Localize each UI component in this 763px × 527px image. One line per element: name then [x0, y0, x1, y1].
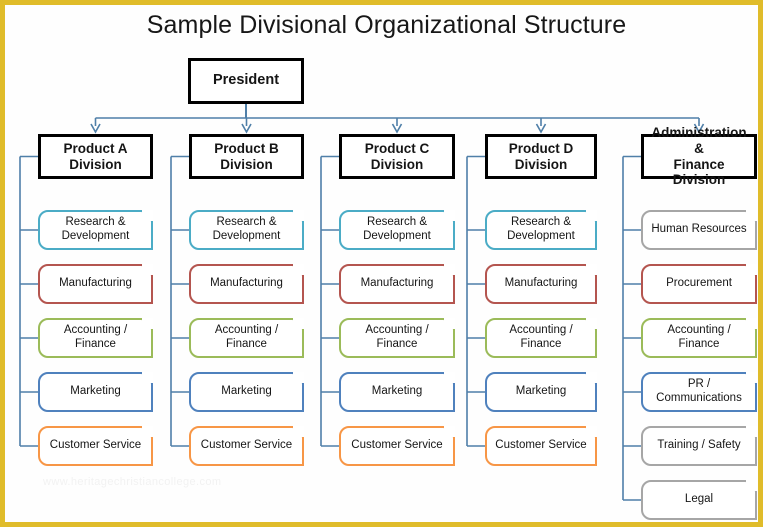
sub-node[interactable]: Training / Safety	[641, 426, 757, 466]
sub-node-label: Human Resources	[651, 223, 747, 236]
corner-fold-icon	[745, 264, 757, 276]
org-chart-canvas: Sample Divisional Organizational Structu…	[0, 0, 763, 527]
corner-fold-icon	[443, 426, 455, 438]
sub-node[interactable]: Accounting / Finance	[485, 318, 597, 358]
sub-node-label: Marketing	[70, 385, 121, 398]
corner-fold-icon	[141, 264, 153, 276]
sub-node[interactable]: Procurement	[641, 264, 757, 304]
corner-fold-icon	[745, 210, 757, 222]
corner-fold-icon	[141, 426, 153, 438]
corner-fold-icon	[443, 210, 455, 222]
sub-node-label: Accounting / Finance	[365, 324, 429, 350]
corner-fold-icon	[745, 372, 757, 384]
sub-node[interactable]: Marketing	[339, 372, 455, 412]
sub-node[interactable]: Research & Development	[38, 210, 153, 250]
sub-node-label: Manufacturing	[360, 277, 434, 290]
corner-fold-icon	[443, 372, 455, 384]
sub-node[interactable]: Marketing	[38, 372, 153, 412]
sub-node[interactable]: Marketing	[189, 372, 304, 412]
corner-fold-icon	[745, 426, 757, 438]
division-box-1[interactable]: Product A Division	[38, 134, 153, 179]
sub-node[interactable]: Manufacturing	[485, 264, 597, 304]
sub-node[interactable]: Research & Development	[485, 210, 597, 250]
sub-node-label: Accounting / Finance	[509, 324, 573, 350]
sub-node[interactable]: Accounting / Finance	[339, 318, 455, 358]
sub-node[interactable]: Research & Development	[189, 210, 304, 250]
sub-node-label: Procurement	[666, 277, 732, 290]
corner-fold-icon	[585, 426, 597, 438]
sub-node-label: Research & Development	[507, 216, 575, 242]
watermark: www.heritagechristiancollege.com	[43, 476, 222, 488]
sub-node[interactable]: Research & Development	[339, 210, 455, 250]
sub-node-label: Marketing	[515, 385, 567, 398]
corner-fold-icon	[141, 372, 153, 384]
corner-fold-icon	[443, 318, 455, 330]
corner-fold-icon	[443, 264, 455, 276]
sub-node-label: Research & Development	[61, 216, 130, 242]
sub-node[interactable]: Manufacturing	[38, 264, 153, 304]
corner-fold-icon	[292, 426, 304, 438]
corner-fold-icon	[292, 264, 304, 276]
sub-node[interactable]: Customer Service	[189, 426, 304, 466]
division-label: Product D Division	[508, 140, 574, 172]
sub-node-label: Research & Development	[363, 216, 431, 242]
sub-node-label: Marketing	[221, 385, 272, 398]
division-box-4[interactable]: Product D Division	[485, 134, 597, 179]
sub-node[interactable]: Customer Service	[485, 426, 597, 466]
sub-node[interactable]: Customer Service	[38, 426, 153, 466]
sub-node-label: Customer Service	[49, 439, 142, 452]
sub-node-label: Customer Service	[200, 439, 293, 452]
sub-node-label: Customer Service	[495, 439, 587, 452]
sub-node[interactable]: Manufacturing	[189, 264, 304, 304]
sub-node[interactable]: Accounting / Finance	[641, 318, 757, 358]
sub-node-label: Marketing	[371, 385, 423, 398]
corner-fold-icon	[292, 210, 304, 222]
sub-node-label: PR / Communications	[656, 378, 742, 404]
sub-node[interactable]: Marketing	[485, 372, 597, 412]
president-box[interactable]: President	[188, 58, 304, 104]
division-box-3[interactable]: Product C Division	[339, 134, 455, 179]
sub-node-label: Manufacturing	[59, 277, 132, 290]
sub-node[interactable]: Customer Service	[339, 426, 455, 466]
corner-fold-icon	[292, 318, 304, 330]
division-box-5[interactable]: Administration & Finance Division	[641, 125, 757, 187]
corner-fold-icon	[745, 318, 757, 330]
corner-fold-icon	[745, 480, 757, 492]
sub-node-label: Training / Safety	[657, 439, 741, 452]
corner-fold-icon	[585, 210, 597, 222]
corner-fold-icon	[585, 318, 597, 330]
sub-node-label: Accounting / Finance	[214, 324, 279, 350]
sub-node[interactable]: Manufacturing	[339, 264, 455, 304]
corner-fold-icon	[585, 372, 597, 384]
sub-node-label: Accounting / Finance	[667, 324, 731, 350]
division-label: Product A Division	[63, 140, 128, 172]
sub-node-label: Manufacturing	[504, 277, 578, 290]
division-box-2[interactable]: Product B Division	[189, 134, 304, 179]
sub-node-label: Manufacturing	[210, 277, 283, 290]
sub-node[interactable]: Accounting / Finance	[38, 318, 153, 358]
sub-node[interactable]: Human Resources	[641, 210, 757, 250]
corner-fold-icon	[141, 210, 153, 222]
sub-node-label: Accounting / Finance	[63, 324, 128, 350]
sub-node-label: Legal	[684, 493, 714, 506]
division-label: Administration & Finance Division	[651, 124, 747, 188]
sub-node[interactable]: Legal	[641, 480, 757, 520]
president-label: President	[212, 72, 280, 89]
division-label: Product C Division	[364, 140, 430, 172]
corner-fold-icon	[585, 264, 597, 276]
sub-node[interactable]: PR / Communications	[641, 372, 757, 412]
corner-fold-icon	[292, 372, 304, 384]
corner-fold-icon	[141, 318, 153, 330]
sub-node-label: Research & Development	[212, 216, 281, 242]
sub-node-label: Customer Service	[351, 439, 443, 452]
division-label: Product B Division	[214, 140, 279, 172]
sub-node[interactable]: Accounting / Finance	[189, 318, 304, 358]
